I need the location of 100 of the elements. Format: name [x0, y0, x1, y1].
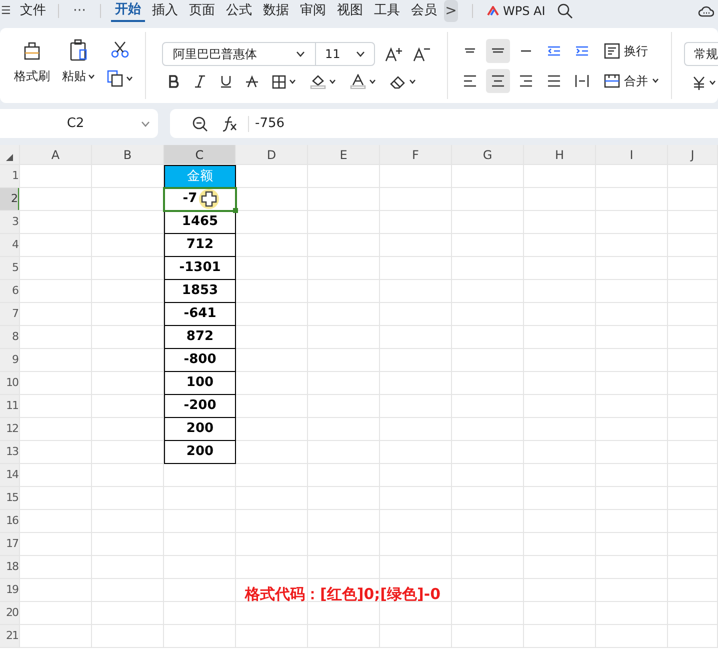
fill-handle[interactable] [233, 208, 238, 213]
column-header[interactable]: I [596, 145, 668, 165]
table-cell[interactable]: 872 [164, 326, 236, 349]
caret-icon [88, 74, 95, 78]
copy-button[interactable] [107, 70, 133, 87]
ribbon-tab[interactable]: 插入 [148, 0, 182, 22]
caret-icon [126, 76, 133, 81]
row-header[interactable]: 12 [0, 418, 20, 441]
scissors-icon[interactable] [111, 40, 129, 58]
row-header[interactable]: 13 [0, 441, 20, 464]
column-header[interactable]: D [236, 145, 308, 165]
menu-icon[interactable]: ☰ [0, 2, 12, 20]
column-header[interactable]: F [380, 145, 452, 165]
shrink-font-icon[interactable] [413, 46, 431, 62]
row-header[interactable]: 11 [0, 395, 20, 418]
function-icon[interactable] [222, 116, 238, 132]
wps-ai-button[interactable]: WPS AI [487, 2, 546, 20]
search-icon[interactable] [557, 3, 574, 19]
row-header[interactable]: 6 [0, 280, 20, 303]
cloud-icon[interactable] [698, 4, 714, 18]
number-format-dropdown[interactable]: 常规 [684, 42, 718, 66]
align-center-button[interactable] [486, 68, 510, 92]
caret-icon [369, 79, 376, 84]
row-header[interactable]: 14 [0, 464, 20, 487]
table-cell[interactable]: 200 [164, 441, 236, 464]
borders-button[interactable] [272, 74, 296, 88]
row-header[interactable]: 8 [0, 326, 20, 349]
select-all-icon[interactable] [6, 154, 13, 161]
align-icon [465, 48, 475, 53]
ribbon-tab[interactable]: 页面 [185, 0, 219, 22]
column-header[interactable]: B [92, 145, 164, 165]
table-cell[interactable]: -200 [164, 395, 236, 418]
table-cell[interactable]: 200 [164, 418, 236, 441]
table-cell[interactable]: -800 [164, 349, 236, 372]
column-header[interactable]: J [668, 145, 718, 165]
cursor-icon [198, 188, 220, 210]
row-header[interactable]: 18 [0, 556, 20, 579]
paint-bucket-icon [310, 74, 326, 89]
yen-icon [692, 76, 706, 90]
grid-icon [272, 74, 286, 88]
table-cell[interactable]: -641 [164, 303, 236, 326]
scroll-tabs-button[interactable]: > [444, 0, 458, 22]
row-header[interactable]: 5 [0, 257, 20, 280]
ribbon-tab[interactable]: 会员 [407, 0, 441, 22]
bold-icon[interactable] [168, 75, 180, 88]
column-header[interactable]: G [452, 145, 524, 165]
row-header[interactable]: 21 [0, 625, 20, 648]
wrap-text-button[interactable]: 换行 [604, 42, 648, 60]
merge-button[interactable]: 合并 [604, 72, 659, 90]
align-middle-button[interactable] [486, 38, 510, 62]
table-cell[interactable]: 100 [164, 372, 236, 395]
row-header[interactable]: 9 [0, 349, 20, 372]
clear-button[interactable] [390, 74, 416, 88]
eraser-icon [390, 74, 406, 88]
font-name-dropdown[interactable]: 阿里巴巴普惠体 [163, 43, 316, 65]
table-cell[interactable]: -1301 [164, 257, 236, 280]
row-header[interactable]: 4 [0, 234, 20, 257]
clipboard-icon [68, 39, 88, 61]
row-header[interactable]: 19 [0, 579, 20, 602]
ribbon-tab[interactable]: 开始 [111, 0, 145, 22]
zoom-out-icon[interactable] [192, 116, 208, 132]
row-header[interactable]: 7 [0, 303, 20, 326]
table-cell[interactable]: 1465 [164, 211, 236, 234]
align-icon [547, 74, 561, 86]
grow-font-icon[interactable] [385, 46, 403, 62]
file-menu[interactable]: 文件 [20, 1, 46, 21]
name-box[interactable]: C2 [0, 109, 158, 138]
ribbon-tab[interactable]: 公式 [222, 0, 256, 22]
paste-button[interactable]: 粘贴 [62, 39, 95, 85]
caret-icon [409, 79, 416, 84]
column-header[interactable]: C [164, 145, 236, 165]
ribbon-tab[interactable]: 数据 [259, 0, 293, 22]
fill-color-button[interactable] [310, 74, 336, 89]
strikethrough-icon[interactable] [246, 75, 258, 88]
underline-icon[interactable] [220, 75, 232, 88]
table-cell[interactable]: 712 [164, 234, 236, 257]
row-header[interactable]: 3 [0, 211, 20, 234]
row-header[interactable]: 10 [0, 372, 20, 395]
row-header[interactable]: 1 [0, 165, 20, 188]
font-color-icon [350, 74, 366, 89]
row-header[interactable]: 2 [0, 188, 20, 211]
ribbon-tab[interactable]: 工具 [370, 0, 404, 22]
format-painter-button[interactable]: 格式刷 [14, 41, 50, 85]
caption-text: 格式代码：[红色]0;[绿色]-0 [245, 584, 441, 605]
ribbon-tab[interactable]: 审阅 [296, 0, 330, 22]
column-header[interactable]: H [524, 145, 596, 165]
column-header[interactable]: A [20, 145, 92, 165]
row-header[interactable]: 17 [0, 533, 20, 556]
row-header[interactable]: 15 [0, 487, 20, 510]
font-color-button[interactable] [350, 74, 376, 89]
ribbon-tab[interactable]: 视图 [333, 0, 367, 22]
font-size-dropdown[interactable]: 11 [316, 43, 374, 65]
column-header[interactable]: E [308, 145, 380, 165]
italic-icon[interactable] [194, 75, 206, 88]
table-cell[interactable]: -7 [164, 188, 236, 211]
row-header[interactable]: 20 [0, 602, 20, 625]
chevron-icon [356, 51, 365, 57]
table-cell[interactable]: 1853 [164, 280, 236, 303]
more-button[interactable]: ⋯ [73, 1, 86, 21]
row-header[interactable]: 16 [0, 510, 20, 533]
